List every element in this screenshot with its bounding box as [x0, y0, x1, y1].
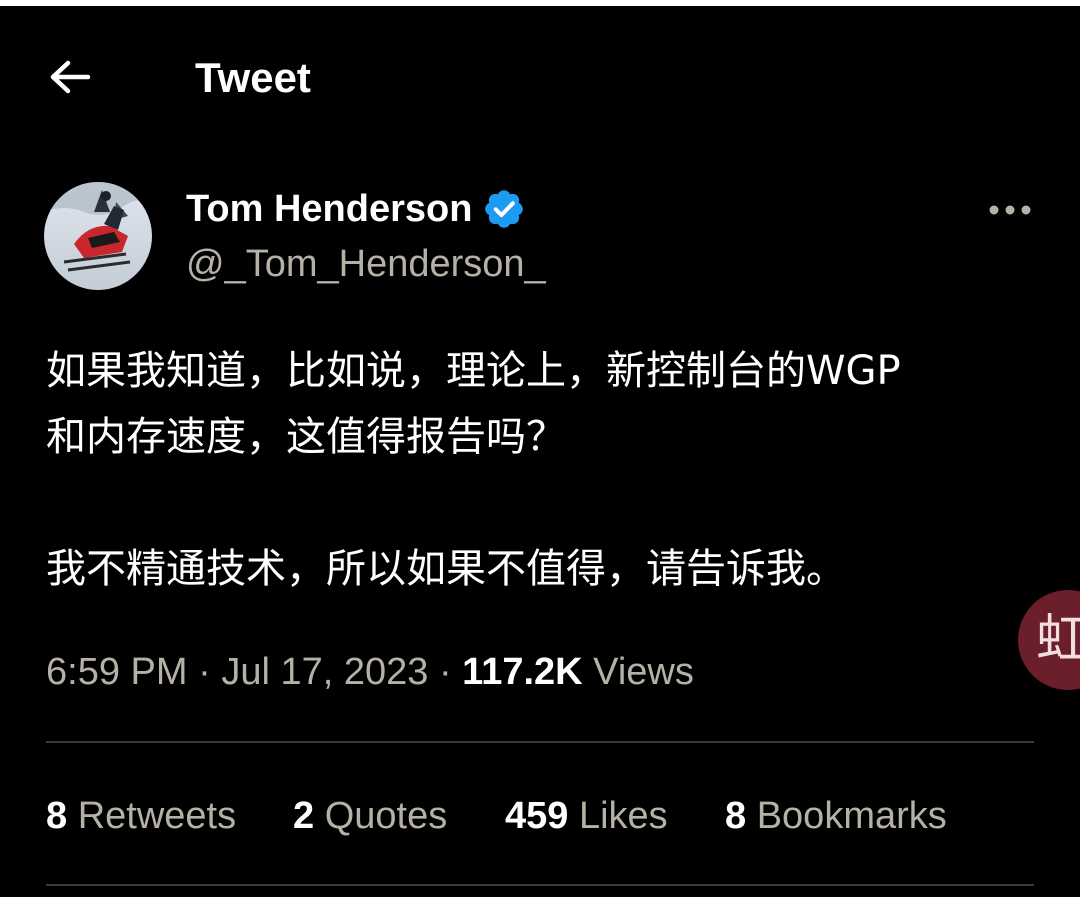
tweet-meta: 6:59 PM · Jul 17, 2023 · 117.2K Views: [46, 646, 694, 698]
author-name-row: Tom Henderson: [186, 184, 526, 234]
tweet-paragraph-2: 我不精通技术，所以如果不值得，请告诉我。: [46, 546, 846, 592]
views-count: 117.2K: [462, 651, 583, 693]
quotes-stat[interactable]: 2 Quotes: [293, 790, 447, 842]
retweets-count: 8: [46, 795, 68, 837]
quotes-count: 2: [293, 795, 315, 837]
bookmarks-label: Bookmarks: [756, 795, 947, 837]
tweet-date[interactable]: Jul 17, 2023: [221, 651, 428, 693]
meta-separator: ·: [438, 651, 452, 693]
likes-count: 459: [505, 795, 569, 837]
arrow-left-icon: [50, 60, 91, 94]
retweets-stat[interactable]: 8 Retweets: [46, 790, 236, 842]
likes-label: Likes: [578, 795, 668, 837]
floating-badge[interactable]: 虹: [1018, 590, 1080, 690]
retweets-label: Retweets: [77, 795, 237, 837]
divider-bottom: [46, 884, 1034, 886]
page-title: Tweet: [195, 54, 311, 101]
divider-top: [46, 741, 1034, 743]
quotes-label: Quotes: [324, 795, 448, 837]
author-name[interactable]: Tom Henderson: [186, 188, 472, 231]
header-bar: Tweet: [0, 6, 1080, 146]
bookmarks-stat[interactable]: 8 Bookmarks: [725, 790, 947, 842]
more-horizontal-icon: [989, 205, 1031, 215]
more-options-button[interactable]: [985, 190, 1035, 230]
avatar-image: [44, 182, 152, 290]
avatar[interactable]: [44, 182, 152, 290]
tweet-paragraph-1-line-2: 和内存速度，这值得报告吗？: [46, 414, 566, 460]
tweet-text: 如果我知道，比如说，理论上，新控制台的WGP 和内存速度，这值得报告吗？ 我不精…: [46, 338, 1036, 602]
views-label: Views: [593, 651, 694, 693]
tweet-paragraph-1-line-1: 如果我知道，比如说，理论上，新控制台的WGP: [46, 348, 901, 394]
tweet-time[interactable]: 6:59 PM: [46, 651, 188, 693]
back-button[interactable]: [40, 52, 100, 102]
likes-stat[interactable]: 459 Likes: [505, 790, 668, 842]
floating-badge-text: 虹: [1036, 610, 1080, 670]
verified-badge-icon: [482, 187, 526, 231]
bookmarks-count: 8: [725, 795, 747, 837]
author-handle[interactable]: @_Tom_Henderson_: [186, 240, 546, 288]
meta-separator: ·: [198, 651, 211, 693]
